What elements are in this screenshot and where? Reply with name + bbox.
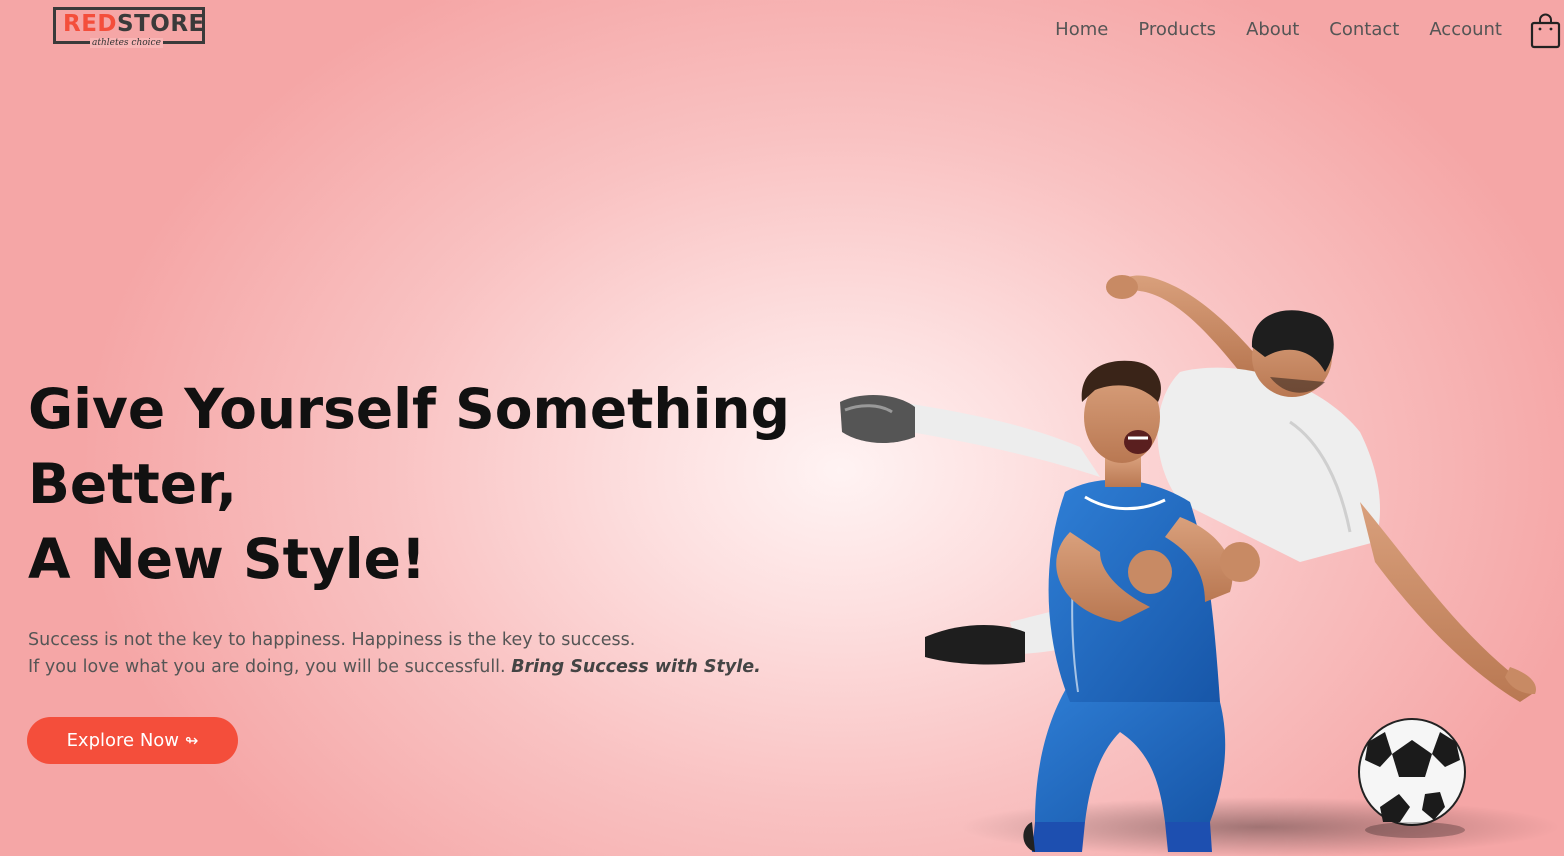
hero-title-line-1: Give Yourself Something <box>28 377 790 441</box>
hero-subtitle-emphasis: Bring Success with Style. <box>511 657 761 677</box>
logo-store-part: STORE <box>117 11 205 37</box>
explore-now-button[interactable]: Explore Now ↬ <box>27 717 238 764</box>
hero-subtitle-line-2: If you love what you are doing, you will… <box>28 657 506 677</box>
logo-tagline: athletes choice <box>90 38 163 48</box>
shopping-bag-icon[interactable] <box>1530 11 1561 49</box>
nav-account[interactable]: Account <box>1429 18 1502 42</box>
logo-red-part: RED <box>63 11 118 37</box>
nav-home[interactable]: Home <box>1055 18 1108 42</box>
nav-contact[interactable]: Contact <box>1329 18 1399 42</box>
hero-subtitle-line-1: Success is not the key to happiness. Hap… <box>28 630 636 650</box>
logo-wordmark: REDSTORE <box>63 11 205 37</box>
hero-subtitle: Success is not the key to happiness. Hap… <box>28 627 761 681</box>
nav-products[interactable]: Products <box>1138 18 1216 42</box>
nav-about[interactable]: About <box>1246 18 1299 42</box>
main-nav: Home Products About Contact Account <box>1055 18 1502 42</box>
hero-title: Give Yourself Something Better, A New St… <box>28 372 790 597</box>
football-players-image <box>820 262 1564 856</box>
explore-now-label: Explore Now <box>66 730 180 751</box>
hero-title-line-2: Better, <box>28 452 238 516</box>
arrow-right-icon: ↬ <box>185 731 199 750</box>
hero-title-line-3: A New Style! <box>28 527 426 591</box>
logo[interactable]: REDSTORE athletes choice <box>53 7 205 48</box>
